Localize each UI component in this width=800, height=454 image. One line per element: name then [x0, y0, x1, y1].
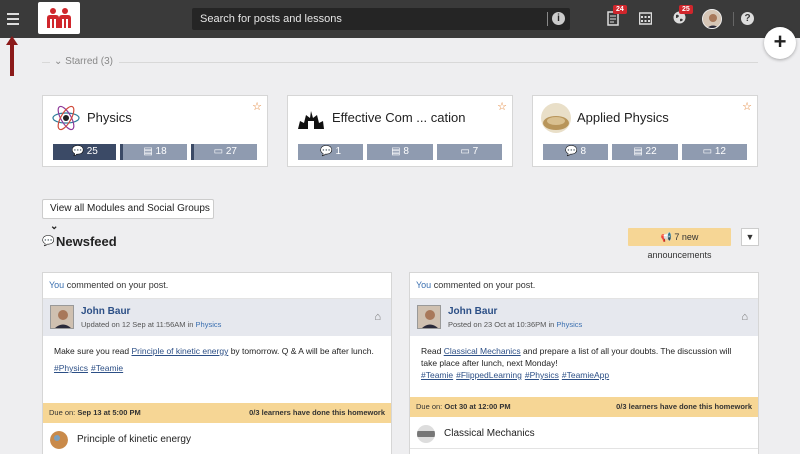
- author-name[interactable]: John Baur: [81, 306, 130, 317]
- post-tags: #Teamie #FlippedLearning #Physics #TeamieAp…: [421, 369, 747, 381]
- posts-count[interactable]: 💬 25: [53, 144, 117, 160]
- calendar-icon[interactable]: [638, 11, 653, 27]
- assessments-count[interactable]: ▭ 27: [190, 144, 257, 160]
- author-name[interactable]: John Baur: [448, 306, 497, 317]
- info-icon[interactable]: i: [552, 12, 565, 25]
- create-post-button[interactable]: +: [764, 27, 796, 59]
- tag-link[interactable]: #Physics: [525, 370, 559, 380]
- post-body: Make sure you read Principle of kinetic …: [43, 336, 391, 374]
- lessons-count[interactable]: ▤ 8: [367, 144, 433, 160]
- menu-icon[interactable]: [0, 0, 26, 38]
- posts-count[interactable]: 💬 1: [298, 144, 364, 160]
- star-icon[interactable]: ☆: [742, 100, 752, 113]
- assessments-count[interactable]: ▭ 7: [436, 144, 502, 160]
- attachment-item[interactable]: Classical Mechanics: [410, 417, 758, 449]
- due-bar: Due on: Oct 30 at 12:00 PM 0/3 learners …: [410, 397, 758, 417]
- post-activity: You commented on your post.: [43, 273, 391, 299]
- tag-link[interactable]: #Teamie: [91, 363, 123, 373]
- search-input[interactable]: Search for posts and lessons: [200, 13, 342, 25]
- card-stats: 💬 8 ▤ 22 ▭ 12: [543, 144, 747, 160]
- author-avatar[interactable]: [417, 305, 441, 329]
- user-avatar[interactable]: [702, 9, 722, 29]
- post-text: Read Classical Mechanics and prepare a l…: [421, 346, 732, 368]
- lesson-thumbnail-icon: [50, 431, 68, 449]
- tag-link[interactable]: #FlippedLearning: [456, 370, 522, 380]
- post-meta: Posted on 23 Oct at 10:36PM in Physics: [448, 320, 583, 329]
- star-icon[interactable]: ☆: [497, 100, 507, 113]
- notifications-badge: 24: [613, 5, 627, 14]
- post-text: Make sure you read Principle of kinetic …: [54, 346, 374, 356]
- newsfeed-title: Newsfeed: [56, 234, 117, 249]
- lesson-thumbnail-icon: [417, 425, 435, 443]
- applied-physics-icon: [541, 103, 571, 133]
- tag-link[interactable]: #Physics: [54, 363, 88, 373]
- card-title: Physics: [87, 110, 132, 125]
- home-icon[interactable]: ⌂: [741, 311, 748, 323]
- app-logo[interactable]: [38, 2, 80, 34]
- post-author: John Baur Updated on 12 Sep at 11:56AM i…: [43, 299, 391, 336]
- author-avatar[interactable]: [50, 305, 74, 329]
- atom-icon: [51, 103, 81, 133]
- megaphone-icon: 📢: [660, 232, 672, 242]
- tag-link[interactable]: #Teamie: [421, 370, 453, 380]
- post-author: John Baur Posted on 23 Oct at 10:36PM in…: [410, 299, 758, 336]
- attachment-title: Classical Mechanics: [444, 428, 535, 439]
- tag-link[interactable]: #TeamieApp: [562, 370, 609, 380]
- topbar-divider: [733, 12, 734, 26]
- starred-label: Starred (3): [65, 56, 113, 67]
- attachment-title: Principle of kinetic energy: [77, 434, 191, 445]
- chevron-down-icon: ⌄: [50, 221, 59, 232]
- post-body: Read Classical Mechanics and prepare a l…: [410, 336, 758, 381]
- starred-toggle[interactable]: ⌄ Starred (3): [50, 56, 119, 67]
- lesson-link[interactable]: Classical Mechanics: [444, 346, 521, 356]
- module-card-physics[interactable]: Physics ☆ 💬 25 ▤ 18 ▭ 27: [42, 95, 268, 167]
- star-icon[interactable]: ☆: [252, 100, 262, 113]
- notifications-icon[interactable]: 24: [607, 5, 627, 27]
- lessons-count[interactable]: ▤ 18: [120, 144, 187, 160]
- filter-icon[interactable]: ▼: [741, 228, 759, 246]
- due-bar: Due on: Sep 13 at 5:00 PM 0/3 learners h…: [43, 403, 391, 423]
- home-icon[interactable]: ⌂: [374, 311, 381, 323]
- search-bar[interactable]: Search for posts and lessons i: [192, 8, 570, 30]
- module-card-applied-physics[interactable]: Applied Physics ☆ 💬 8 ▤ 22 ▭ 12: [532, 95, 758, 167]
- lesson-link[interactable]: Principle of kinetic energy: [131, 346, 228, 356]
- help-icon[interactable]: ?: [741, 12, 754, 25]
- card-title: Applied Physics: [577, 110, 669, 125]
- top-bar: Search for posts and lessons i 24 25 ?: [0, 0, 800, 38]
- announcements-button[interactable]: 📢 7 new announcements: [628, 228, 731, 260]
- card-stats: 💬 25 ▤ 18 ▭ 27: [53, 144, 257, 160]
- comments-icon: 💬: [42, 236, 55, 247]
- newsfeed-post: You commented on your post. John Baur Po…: [409, 272, 759, 454]
- card-stats: 💬 1 ▤ 8 ▭ 7: [298, 144, 502, 160]
- attachment-item[interactable]: Principle of kinetic energy: [43, 423, 391, 454]
- card-title: Effective Com ... cation: [332, 110, 466, 125]
- assessments-count[interactable]: ▭ 12: [681, 144, 747, 160]
- chevron-down-icon: ⌄: [54, 56, 63, 67]
- starred-divider: [42, 62, 758, 63]
- post-activity: You commented on your post.: [410, 273, 758, 299]
- module-card-effective-communication[interactable]: Effective Com ... cation ☆ 💬 1 ▤ 8 ▭ 7: [287, 95, 513, 167]
- search-divider: [547, 12, 548, 26]
- newsfeed-post: You commented on your post. John Baur Up…: [42, 272, 392, 454]
- lessons-count[interactable]: ▤ 22: [612, 144, 678, 160]
- post-meta: Updated on 12 Sep at 11:56AM in Physics: [81, 320, 222, 329]
- castle-icon: [296, 103, 326, 133]
- annotation-arrow-shaft: [10, 44, 14, 76]
- globe-badge: 25: [679, 5, 693, 14]
- globe-icon[interactable]: 25: [673, 5, 693, 27]
- post-tags: #Physics #Teamie: [54, 362, 380, 374]
- posts-count[interactable]: 💬 8: [543, 144, 609, 160]
- view-all-modules-button[interactable]: View all Modules and Social Groups ⌄: [42, 199, 214, 232]
